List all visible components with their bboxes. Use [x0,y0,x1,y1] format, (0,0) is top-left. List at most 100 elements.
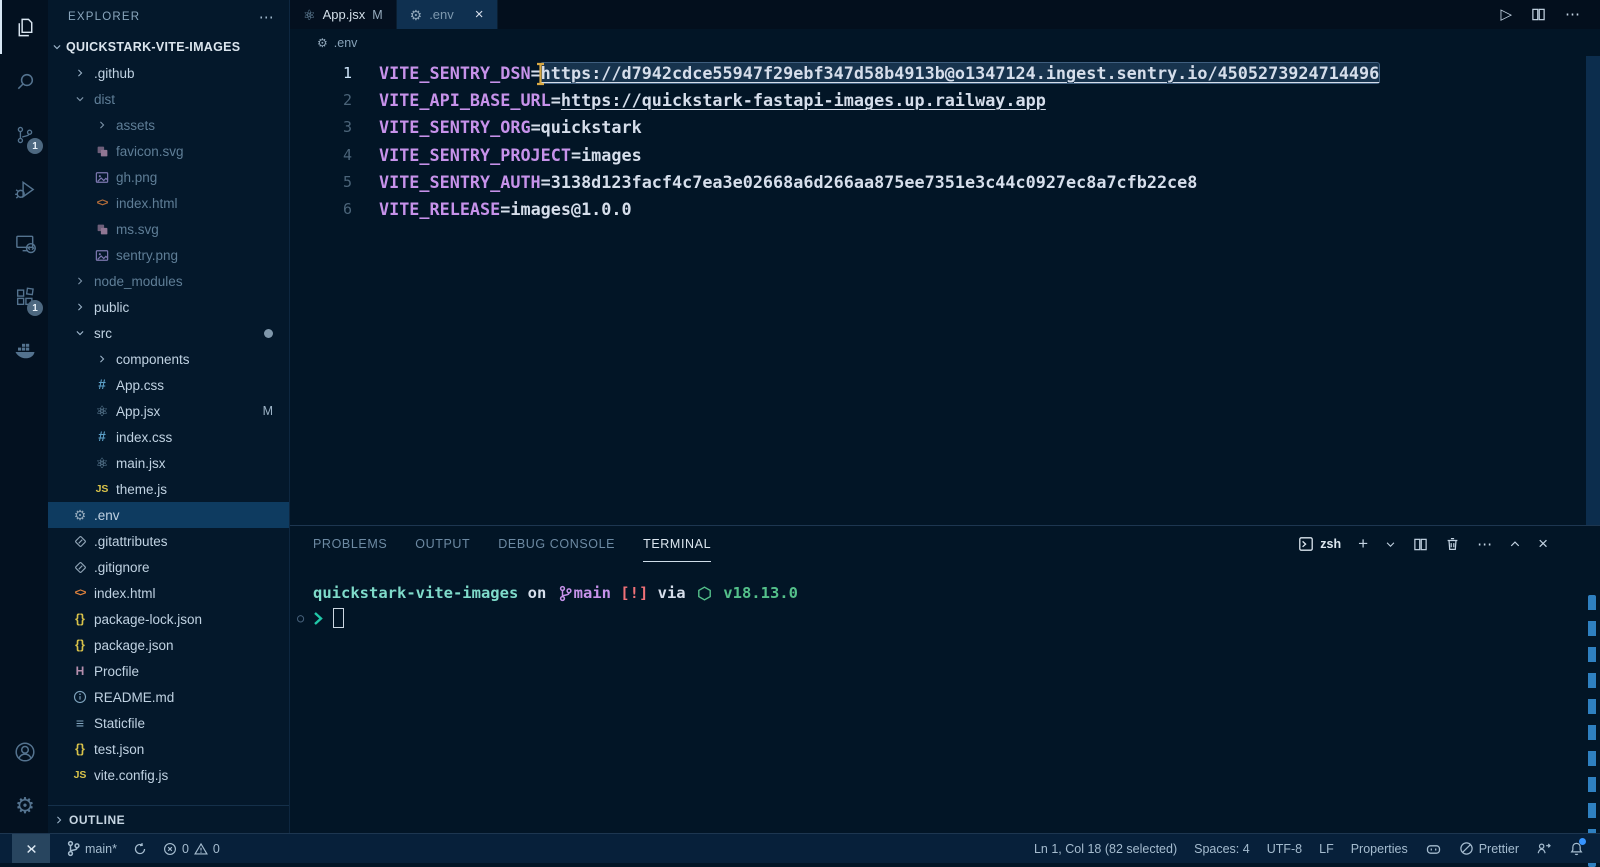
tab-env[interactable]: ⚙ .env × [396,0,498,29]
tree-item-package-lock-json[interactable]: {} package-lock.json [48,606,289,632]
activity-explorer-button[interactable] [0,0,48,54]
status-branch[interactable]: main* [66,840,117,857]
activity-extensions-button[interactable]: 1 [0,270,48,324]
activity-settings-button[interactable]: ⚙ [0,779,48,833]
kill-terminal-icon[interactable] [1445,536,1460,552]
new-terminal-icon[interactable]: + [1358,534,1368,554]
env-key: VITE_API_BASE_URL [379,89,551,110]
tree-item-dist[interactable]: dist [48,86,289,112]
git-icon [74,561,87,574]
shell-selector[interactable]: zsh [1298,536,1341,552]
outline-section[interactable]: OUTLINE [48,805,289,833]
explorer-more-icon[interactable]: ⋯ [259,8,275,26]
code-line-4[interactable]: 4 VITE_SENTRY_PROJECT = images [290,141,1600,168]
breadcrumb[interactable]: ⚙ .env [290,29,1600,56]
tree-item-assets[interactable]: assets [48,112,289,138]
tree-item-vite-config-js[interactable]: JS vite.config.js [48,762,289,788]
code-line-5[interactable]: 5 VITE_SENTRY_AUTH = 3138d123facf4c7ea3e026… [290,168,1600,195]
file-label: favicon.svg [116,143,184,159]
tree-item-readme-md[interactable]: README.md [48,684,289,710]
tree-item-src[interactable]: src [48,320,289,346]
tree-item-index-html[interactable]: <> index.html [48,580,289,606]
tree-root-folder[interactable]: QUICKSTARK-VITE-IMAGES [48,34,289,60]
tree-item-main-jsx[interactable]: ⚛ main.jsx [48,450,289,476]
tree-item-package-json[interactable]: {} package.json [48,632,289,658]
status-encoding[interactable]: UTF-8 [1267,842,1302,856]
status-language-mode[interactable]: Properties [1351,842,1408,856]
tree-item-staticfile[interactable]: ≡ Staticfile [48,710,289,736]
panel-tab-terminal[interactable]: TERMINAL [643,526,712,562]
terminal-scrollbar[interactable] [1588,595,1596,867]
close-panel-icon[interactable]: × [1538,534,1548,554]
react-icon: ⚛ [95,403,109,419]
status-copilot[interactable] [1425,841,1442,857]
close-tab-icon[interactable]: × [475,6,484,23]
tree-item-gh-png[interactable]: gh.png [48,164,289,190]
tree-item-github[interactable]: .github [48,60,289,86]
tree-item-app-css[interactable]: # App.css [48,372,289,398]
activity-docker-button[interactable] [0,324,48,378]
terminal-dropdown-icon[interactable] [1385,539,1396,550]
activity-remote-explorer-button[interactable] [0,216,48,270]
tab-app-jsx[interactable]: ⚛ App.jsx M [290,0,397,29]
code-line-2[interactable]: 2 VITE_API_BASE_URL = https://quickstark-fa… [290,86,1600,113]
tree-item-favicon-svg[interactable]: favicon.svg [48,138,289,164]
status-indentation[interactable]: Spaces: 4 [1194,842,1250,856]
tree-item-ms-svg[interactable]: ms.svg [48,216,289,242]
code-editor[interactable]: 1 VITE_SENTRY_DSN = https://d7942cdce55947f… [290,56,1600,525]
panel-tab-debug-console[interactable]: DEBUG CONSOLE [498,526,615,562]
tree-item-index-css[interactable]: # index.css [48,424,289,450]
status-formatter[interactable]: Prettier [1459,841,1519,856]
error-count: 0 [181,841,189,856]
status-problems[interactable]: 00 [163,842,220,856]
tree-item-index-html[interactable]: <> index.html [48,190,289,216]
more-actions-icon[interactable]: ⋯ [1565,7,1580,22]
code-line-1[interactable]: 1 VITE_SENTRY_DSN = https://d7942cdce55947f… [290,59,1600,86]
split-editor-icon[interactable] [1531,7,1546,22]
encoding-label: UTF-8 [1266,841,1303,856]
tree-item-theme-js[interactable]: JS theme.js [48,476,289,502]
activity-run-debug-button[interactable] [0,162,48,216]
badge-count: 1 [27,138,43,154]
split-terminal-icon[interactable] [1413,537,1428,552]
tree-item-app-jsx[interactable]: ⚛ App.jsx M [48,398,289,424]
activity-search-button[interactable] [0,54,48,108]
modified-dot [264,328,273,338]
status-eol[interactable]: LF [1319,842,1334,856]
tree-item-env[interactable]: ⚙ .env [48,502,289,528]
maximize-panel-icon[interactable] [1509,538,1521,550]
editor-scrollbar[interactable] [1586,56,1600,525]
sync-icon[interactable] [133,842,147,856]
tree-item-gitignore[interactable]: .gitignore [48,554,289,580]
run-file-icon[interactable]: ▷ [1500,7,1512,22]
equals-sign: = [540,171,551,192]
git-branch-icon [558,585,572,602]
language-mode-label: Properties [1350,841,1408,856]
activity-accounts-button[interactable] [0,725,48,779]
terminal-more-icon[interactable]: ⋯ [1477,535,1492,553]
chevron-down-icon [52,42,62,52]
tree-item-gitattributes[interactable]: .gitattributes [48,528,289,554]
remote-explorer-icon [14,232,37,255]
file-label: Procfile [94,663,140,679]
tree-item-public[interactable]: public [48,294,289,320]
tree-item-procfile[interactable]: H Procfile [48,658,289,684]
remote-indicator[interactable] [12,834,50,863]
status-cursor-position[interactable]: Ln 1, Col 18 (82 selected) [1034,842,1177,856]
status-notifications[interactable] [1569,837,1586,857]
docker-icon [13,339,37,363]
tree-item-node-modules[interactable]: node_modules [48,268,289,294]
tree-item-components[interactable]: components [48,346,289,372]
panel-tab-output[interactable]: OUTPUT [415,526,470,562]
terminal-cursor [333,608,344,628]
panel-tab-problems[interactable]: PROBLEMS [313,526,387,562]
tree-item-test-json[interactable]: {} test.json [48,736,289,762]
code-line-6[interactable]: 6 VITE_RELEASE = images@1.0.0 [290,195,1600,222]
terminal-content[interactable]: quickstark-vite-images on main [!] via v… [290,562,1600,867]
activity-source-control-button[interactable]: 1 [0,108,48,162]
errors-icon [163,842,177,856]
file-label: index.html [116,195,178,211]
status-feedback[interactable] [1536,841,1552,856]
code-line-3[interactable]: 3 VITE_SENTRY_ORG = quickstark [290,114,1600,141]
tree-item-sentry-png[interactable]: sentry.png [48,242,289,268]
